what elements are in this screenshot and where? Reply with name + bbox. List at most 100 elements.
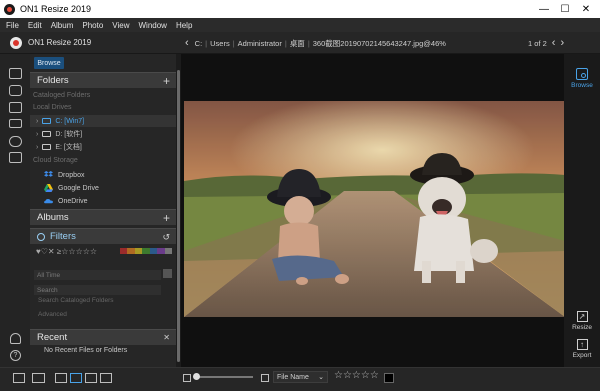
albums-header[interactable]: Albums + <box>30 209 176 225</box>
cloud-item-dropbox[interactable]: Dropbox <box>44 169 84 181</box>
add-album-button[interactable]: + <box>163 210 170 226</box>
calendar-icon[interactable] <box>163 269 172 278</box>
resize-module-button[interactable]: ↗ Resize <box>564 311 600 331</box>
search-input[interactable]: Search <box>34 285 161 295</box>
cloud-icon[interactable] <box>9 136 22 147</box>
user-icon[interactable] <box>10 333 21 344</box>
color-swatch-yellow[interactable] <box>134 248 143 254</box>
recent-empty-text: No Recent Files or Folders <box>44 347 128 354</box>
app-name: ON1 Resize 2019 <box>28 38 92 47</box>
google-drive-icon <box>44 184 53 192</box>
browse-module-button[interactable]: Browse <box>564 68 600 89</box>
color-swatch-orange[interactable] <box>127 248 135 254</box>
thumbnail-size-icon <box>183 374 191 382</box>
menu-album[interactable]: Album <box>51 21 74 30</box>
help-icon[interactable]: ? <box>10 350 21 361</box>
back-chevron-icon[interactable]: ‹ <box>185 37 189 49</box>
next-image-chevron-icon[interactable]: › <box>560 37 564 49</box>
filters-title: Filters <box>50 231 76 242</box>
cloud-item-onedrive[interactable]: OneDrive <box>44 195 88 207</box>
search-cataloged-option[interactable]: Search Cataloged Folders <box>38 297 114 304</box>
reset-filters-icon[interactable]: ↺ <box>162 229 170 245</box>
panel-toggle-icon[interactable] <box>13 373 25 383</box>
sort-select-value: File Name <box>277 373 309 381</box>
cloud-label: Dropbox <box>58 171 85 179</box>
chevron-down-icon: ⌄ <box>318 374 324 381</box>
filter-toggle-icon[interactable] <box>37 232 45 241</box>
camera-icon[interactable] <box>9 85 22 96</box>
detail-view-icon[interactable] <box>70 373 82 383</box>
onedrive-icon <box>44 198 53 204</box>
breadcrumb-administrator[interactable]: Administrator <box>238 39 282 48</box>
star-rating[interactable]: ☆☆☆☆☆ <box>334 370 379 381</box>
image-pager: 1 of 2 ‹ › <box>528 32 564 54</box>
app-icon <box>4 3 15 15</box>
folder-icon[interactable] <box>9 102 22 113</box>
drive-label: D: [软件] <box>55 131 83 138</box>
clear-recent-icon[interactable]: ✕ <box>163 330 170 346</box>
expand-chevron-icon[interactable]: › <box>36 144 38 151</box>
cataloged-folders-label: Cataloged Folders <box>33 92 91 99</box>
drive-item-d[interactable]: › D: [软件] <box>30 128 176 140</box>
menu-file[interactable]: File <box>6 21 19 30</box>
color-swatch-gray[interactable] <box>164 248 172 254</box>
advanced-toggle[interactable]: Advanced <box>38 311 67 318</box>
expand-chevron-icon[interactable]: › <box>36 118 38 125</box>
source-rail: ? <box>0 54 30 367</box>
menu-photo[interactable]: Photo <box>82 21 103 30</box>
grid-view-icon[interactable] <box>55 373 67 383</box>
minimize-button[interactable]: — <box>534 0 554 18</box>
thumbnail-size-slider[interactable] <box>193 373 253 380</box>
albums-title: Albums <box>37 212 69 223</box>
maximize-button[interactable]: ☐ <box>555 0 575 18</box>
on1-logo-icon <box>10 36 22 49</box>
color-swatch-blue[interactable] <box>149 248 158 254</box>
color-swatch-purple[interactable] <box>157 248 165 254</box>
prev-image-chevron-icon[interactable]: ‹ <box>552 37 556 49</box>
drive-item-e[interactable]: › E: [文档] <box>30 141 176 153</box>
sort-select[interactable]: File Name ⌄ <box>273 371 328 383</box>
drive-item-c[interactable]: › C: [Win7] <box>30 115 176 127</box>
filters-header[interactable]: Filters ↺ <box>30 228 176 244</box>
slider-handle[interactable] <box>193 373 200 380</box>
tab-browse[interactable]: Browse <box>34 57 64 69</box>
add-folder-button[interactable]: + <box>163 73 170 89</box>
cloud-item-google-drive[interactable]: Google Drive <box>44 182 99 194</box>
compare-view-icon[interactable] <box>100 373 112 383</box>
recent-header[interactable]: Recent ✕ <box>30 329 176 345</box>
dropbox-icon <box>44 171 53 177</box>
menu-edit[interactable]: Edit <box>28 21 42 30</box>
albums-icon[interactable] <box>9 152 22 163</box>
cloud-label: OneDrive <box>58 197 88 205</box>
drive-icon[interactable] <box>9 119 22 128</box>
computer-icon[interactable] <box>9 68 22 79</box>
menu-window[interactable]: Window <box>138 21 166 30</box>
drive-icon <box>42 131 52 137</box>
menu-help[interactable]: Help <box>176 21 192 30</box>
export-icon: ↑ <box>576 339 588 350</box>
cloud-label: Google Drive <box>58 184 99 192</box>
scrollbar-thumb[interactable] <box>177 70 180 362</box>
breadcrumb-users[interactable]: Users <box>210 39 230 48</box>
close-button[interactable]: ✕ <box>576 0 596 18</box>
photo-canvas <box>184 101 565 317</box>
filmstrip-view-icon[interactable] <box>85 373 97 383</box>
time-filter-field[interactable]: All Time <box>34 270 161 280</box>
drive-icon <box>42 144 52 150</box>
folders-header[interactable]: Folders + <box>30 72 176 88</box>
rating-filter[interactable]: ♥♡✕ ≥☆☆☆☆☆ <box>36 247 97 256</box>
menu-view[interactable]: View <box>112 21 129 30</box>
breadcrumb: ‹ C: | Users | Administrator | 桌面 | 360截图201… <box>185 37 446 49</box>
color-swatch-red[interactable] <box>120 248 128 254</box>
color-swatch-green[interactable] <box>142 248 150 254</box>
sort-checkbox[interactable] <box>261 374 269 382</box>
breadcrumb-drive[interactable]: C: <box>195 39 203 48</box>
resize-module-label: Resize <box>572 324 592 331</box>
breadcrumb-desktop[interactable]: 桌面 <box>290 38 305 49</box>
drive-icon <box>42 118 52 124</box>
export-module-button[interactable]: ↑ Export <box>564 339 600 359</box>
color-label-swatch[interactable] <box>384 373 394 383</box>
color-label-filter[interactable] <box>120 248 172 254</box>
expand-chevron-icon[interactable]: › <box>36 131 38 138</box>
filmstrip-toggle-icon[interactable] <box>32 373 45 383</box>
